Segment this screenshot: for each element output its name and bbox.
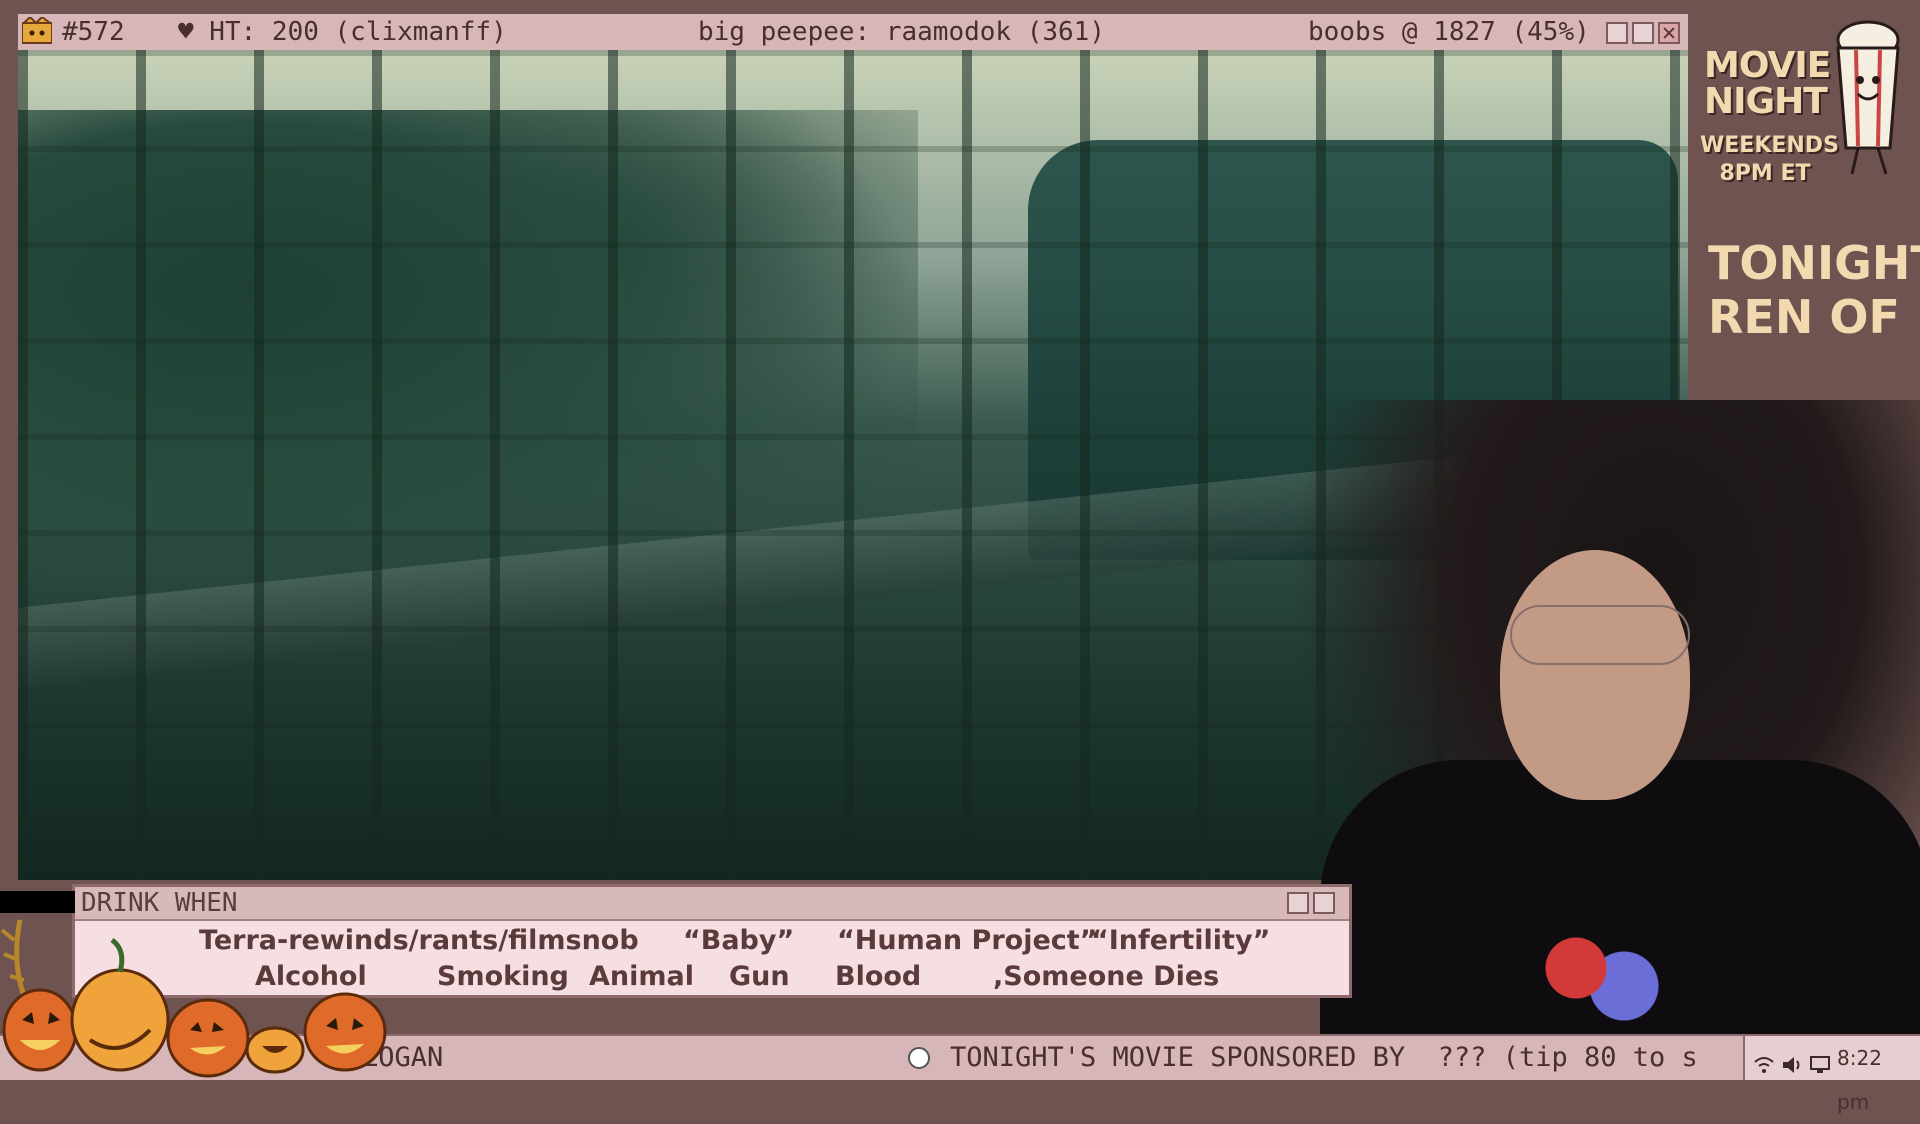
- pumpkin-icon: [303, 992, 387, 1072]
- webcam-face: [1500, 550, 1690, 800]
- pumpkin-icon: [245, 1026, 305, 1074]
- schedule-text: WEEKENDS 8PM ET: [1700, 133, 1839, 186]
- sponsor-ticker: TONIGHT'S MOVIE SPONSORED BY ??? (tip 80…: [950, 1042, 1698, 1073]
- system-tray: 8:22 pm: [1743, 1036, 1920, 1114]
- drink-item: Animal: [589, 961, 694, 992]
- drink-item: Smoking: [437, 961, 569, 992]
- hype-train-label: ♥ HT: 200 (clixmanff): [178, 17, 507, 47]
- boobs-goal-label: boobs @ 1827 (45%): [1308, 17, 1590, 47]
- peepee-label: big peepee: raamodok (361): [698, 17, 1105, 47]
- tonight-movie-name: REN OF M: [1708, 290, 1920, 344]
- pumpkin-icon: [2, 988, 78, 1072]
- drink-item: Blood: [835, 961, 922, 992]
- volume-icon[interactable]: [1781, 1047, 1803, 1091]
- drink-item: Gun: [729, 961, 790, 992]
- movie-night-title: MOVIE NIGHT: [1704, 45, 1831, 122]
- pumpkin-decoration: [0, 880, 390, 1080]
- tonight-label: TONIGHT:: [1708, 236, 1920, 290]
- drink-maximize-button[interactable]: [1313, 892, 1335, 914]
- display-icon[interactable]: [1809, 1047, 1831, 1091]
- close-button[interactable]: [1658, 22, 1680, 44]
- network-icon[interactable]: [1753, 1047, 1775, 1091]
- drink-item: “Human Project”: [837, 925, 1098, 956]
- popcorn-mascot-icon: [1828, 18, 1908, 178]
- tonight-movie-title: TONIGHT: REN OF M: [1708, 236, 1920, 346]
- webcam-feed: [1290, 400, 1920, 1060]
- webcam-glasses: [1510, 605, 1690, 665]
- shirt-print: [1520, 920, 1680, 1040]
- maximize-button[interactable]: [1632, 22, 1654, 44]
- minimize-button[interactable]: [1606, 22, 1628, 44]
- stream-window-titlebar: #572 ♥ HT: 200 (clixmanff) big peepee: r…: [18, 14, 1688, 52]
- ticker-bullet-icon: [908, 1047, 930, 1069]
- counter-label: #572: [62, 17, 125, 47]
- pumpkin-icon: [70, 937, 170, 1072]
- pumpkin-icon: [166, 998, 250, 1078]
- clock: 8:22 pm: [1837, 1046, 1882, 1114]
- drink-minimize-button[interactable]: [1287, 892, 1309, 914]
- drink-item: ,Someone Dies: [993, 961, 1220, 992]
- drink-item: “Infertility”: [1091, 925, 1271, 956]
- drink-item: “Baby”: [683, 925, 795, 956]
